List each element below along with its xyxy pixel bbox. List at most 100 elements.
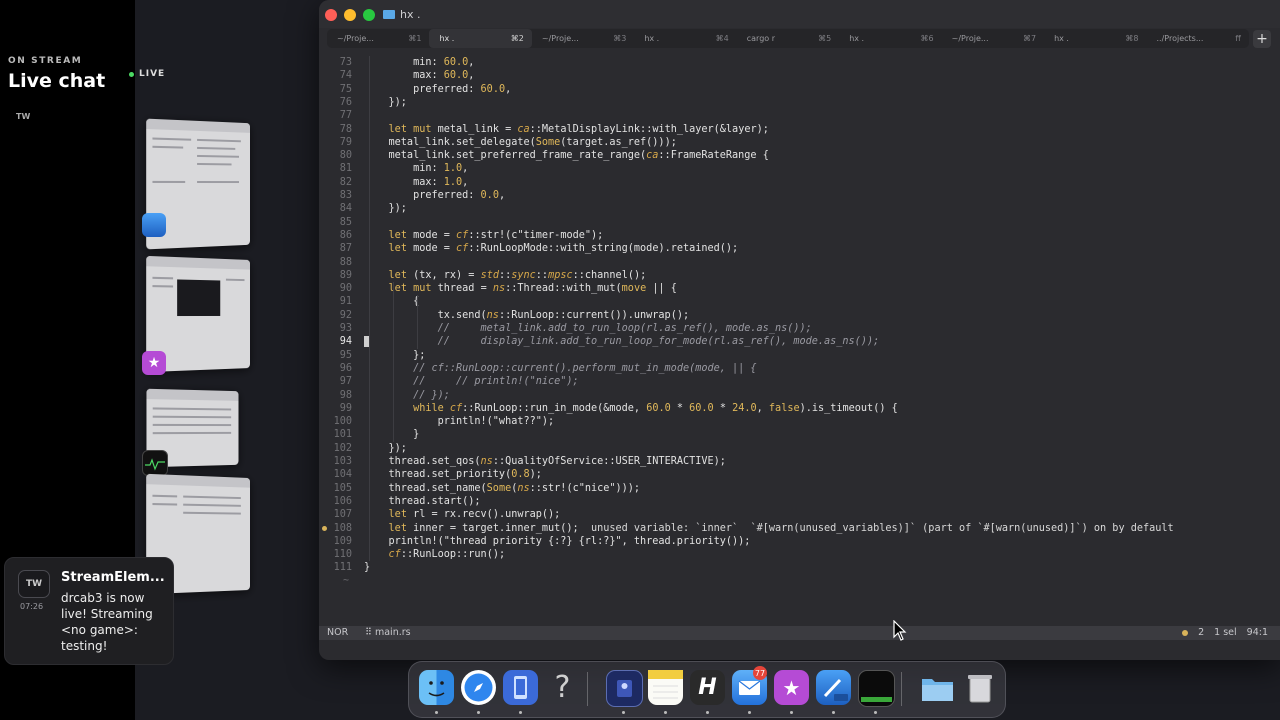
code-line[interactable]: 89 let (tx, rx) = std::sync::mpsc::chann…: [319, 269, 1280, 282]
blue-app-icon[interactable]: [606, 670, 643, 707]
code-line[interactable]: 73 min: 60.0,: [319, 56, 1280, 69]
line-number: 73: [340, 56, 352, 69]
code-text: thread.set_qos(ns::QualityOfService::USE…: [364, 455, 726, 468]
notes-icon[interactable]: [648, 670, 683, 705]
line-number: 85: [340, 216, 352, 229]
code-line[interactable]: 75 preferred: 60.0,: [319, 83, 1280, 96]
tab-8[interactable]: hx . ⌘8: [1044, 29, 1146, 48]
line-number: 95: [340, 349, 352, 362]
h-icon[interactable]: H: [690, 670, 725, 705]
status-right: 2 1 sel 94:1: [1182, 627, 1268, 638]
folder-icon[interactable]: [920, 670, 955, 705]
line-number: 100: [334, 415, 352, 428]
code-line[interactable]: 91 {: [319, 295, 1280, 308]
code-text: let mut metal_link = ca::MetalDisplayLin…: [364, 123, 769, 136]
tab-6[interactable]: hx . ⌘6: [839, 29, 941, 48]
dock: ? H ★ 77: [408, 661, 1006, 718]
code-line[interactable]: 76 });: [319, 96, 1280, 109]
line-number: 99: [340, 402, 352, 415]
tab-1[interactable]: ~/Proje... ⌘1: [327, 29, 429, 48]
code-line[interactable]: 90 let mut thread = ns::Thread::with_mut…: [319, 282, 1280, 295]
tab-4[interactable]: hx . ⌘4: [634, 29, 736, 48]
zoom-window-button[interactable]: [363, 9, 375, 21]
tab-2[interactable]: hx . ⌘2: [429, 29, 531, 48]
code-line[interactable]: 87 let mode = cf::RunLoopMode::with_stri…: [319, 242, 1280, 255]
code-line[interactable]: 80 metal_link.set_preferred_frame_rate_r…: [319, 149, 1280, 162]
code-line[interactable]: 107 let rl = rx.recv().unwrap();: [319, 508, 1280, 521]
warning-gutter-icon: [322, 526, 327, 531]
star-icon[interactable]: ★: [774, 670, 809, 705]
code-line[interactable]: 102 });: [319, 442, 1280, 455]
tab-5[interactable]: cargo r ⌘5: [737, 29, 839, 48]
code-line[interactable]: 79 metal_link.set_delegate(Some(target.a…: [319, 136, 1280, 149]
selection-count: 1 sel: [1214, 627, 1237, 638]
tab-3[interactable]: ~/Proje... ⌘3: [532, 29, 634, 48]
code-line[interactable]: 101 }: [319, 428, 1280, 441]
code-line[interactable]: 93 // metal_link.add_to_run_loop(rl.as_r…: [319, 322, 1280, 335]
question-icon[interactable]: ?: [545, 670, 580, 705]
code-text: preferred: 0.0,: [364, 189, 505, 202]
code-line[interactable]: 96 // cf::RunLoop::current().perform_mut…: [319, 362, 1280, 375]
code-line[interactable]: 110 cf::RunLoop::run();: [319, 548, 1280, 561]
live-chat-title: Live chat: [8, 70, 105, 92]
code-text: metal_link.set_delegate(Some(target.as_r…: [364, 136, 677, 149]
code-text: });: [364, 442, 407, 455]
code-line[interactable]: 77: [319, 109, 1280, 122]
code-line[interactable]: 105 thread.set_name(Some(ns::str!(c"nice…: [319, 482, 1280, 495]
activity-monitor-icon[interactable]: [858, 670, 895, 707]
code-line[interactable]: 99 while cf::RunLoop::run_in_mode(&mode,…: [319, 402, 1280, 415]
line-number: 84: [340, 202, 352, 215]
code-line[interactable]: 106 thread.start();: [319, 495, 1280, 508]
code-line[interactable]: 108 let inner = target.inner_mut(); unus…: [319, 522, 1280, 535]
code-line[interactable]: 83 preferred: 0.0,: [319, 189, 1280, 202]
code-text: thread.set_priority(0.8);: [364, 468, 542, 481]
code-line[interactable]: 94 // display_link.add_to_run_loop_for_m…: [319, 335, 1280, 348]
tab-label: cargo r: [747, 34, 775, 43]
trash-icon[interactable]: [962, 670, 997, 705]
code-text: });: [364, 96, 407, 109]
code-line[interactable]: 100 println!("what??");: [319, 415, 1280, 428]
minimize-window-button[interactable]: [344, 9, 356, 21]
status-bar: NOR ⠿ main.rs 2 1 sel 94:1: [319, 626, 1280, 640]
twitch-label: TW: [16, 112, 30, 121]
editor-mode: NOR: [327, 627, 348, 638]
code-text: println!("thread priority {:?} {rl:?}", …: [364, 535, 750, 548]
code-line[interactable]: 86 let mode = cf::str!(c"timer-mode");: [319, 229, 1280, 242]
terminal-window[interactable]: hx . ~/Proje... ⌘1 hx . ⌘2 ~/Proje... ⌘3 hx . ⌘…: [319, 0, 1280, 660]
code-line[interactable]: 111}: [319, 561, 1280, 574]
new-tab-button[interactable]: +: [1253, 30, 1271, 48]
code-line[interactable]: 88: [319, 256, 1280, 269]
code-text: // metal_link.add_to_run_loop(rl.as_ref(…: [364, 322, 812, 335]
code-line[interactable]: 85: [319, 216, 1280, 229]
code-line[interactable]: 95 };: [319, 349, 1280, 362]
code-line[interactable]: 109 println!("thread priority {:?} {rl:?…: [319, 535, 1280, 548]
safari-icon[interactable]: [461, 670, 496, 705]
line-number: 110: [334, 548, 352, 561]
finder-icon[interactable]: [419, 670, 454, 705]
window-titlebar[interactable]: hx .: [319, 0, 1280, 28]
close-window-button[interactable]: [325, 9, 337, 21]
xcode-beta-icon[interactable]: [816, 670, 851, 705]
tab-9[interactable]: ../Projects... ff: [1147, 29, 1249, 48]
code-line[interactable]: 81 min: 1.0,: [319, 162, 1280, 175]
tab-shortcut: ⌘6: [921, 34, 934, 43]
code-text: // display_link.add_to_run_loop_for_mode…: [364, 335, 879, 348]
code-line[interactable]: 97 // // println!("nice");: [319, 375, 1280, 388]
tab-label: ../Projects...: [1157, 34, 1204, 43]
code-text: }: [364, 561, 370, 574]
code-line[interactable]: 78 let mut metal_link = ca::MetalDisplay…: [319, 123, 1280, 136]
line-number: 92: [340, 309, 352, 322]
code-line[interactable]: 84 });: [319, 202, 1280, 215]
tab-7[interactable]: ~/Proje... ⌘7: [942, 29, 1044, 48]
code-text: let (tx, rx) = std::sync::mpsc::channel(…: [364, 269, 646, 282]
code-line[interactable]: 98 // });: [319, 389, 1280, 402]
line-number: 81: [340, 162, 352, 175]
code-line[interactable]: 74 max: 60.0,: [319, 69, 1280, 82]
code-line[interactable]: 82 max: 1.0,: [319, 176, 1280, 189]
stream-notification[interactable]: TW 07:26 StreamElem... drcab3 is now liv…: [4, 557, 174, 665]
code-line[interactable]: 92 tx.send(ns::RunLoop::current()).unwra…: [319, 309, 1280, 322]
simulator-icon[interactable]: [503, 670, 538, 705]
code-line[interactable]: 103 thread.set_qos(ns::QualityOfService:…: [319, 455, 1280, 468]
xcode-beta-icon: [142, 213, 166, 237]
code-line[interactable]: 104 thread.set_priority(0.8);: [319, 468, 1280, 481]
